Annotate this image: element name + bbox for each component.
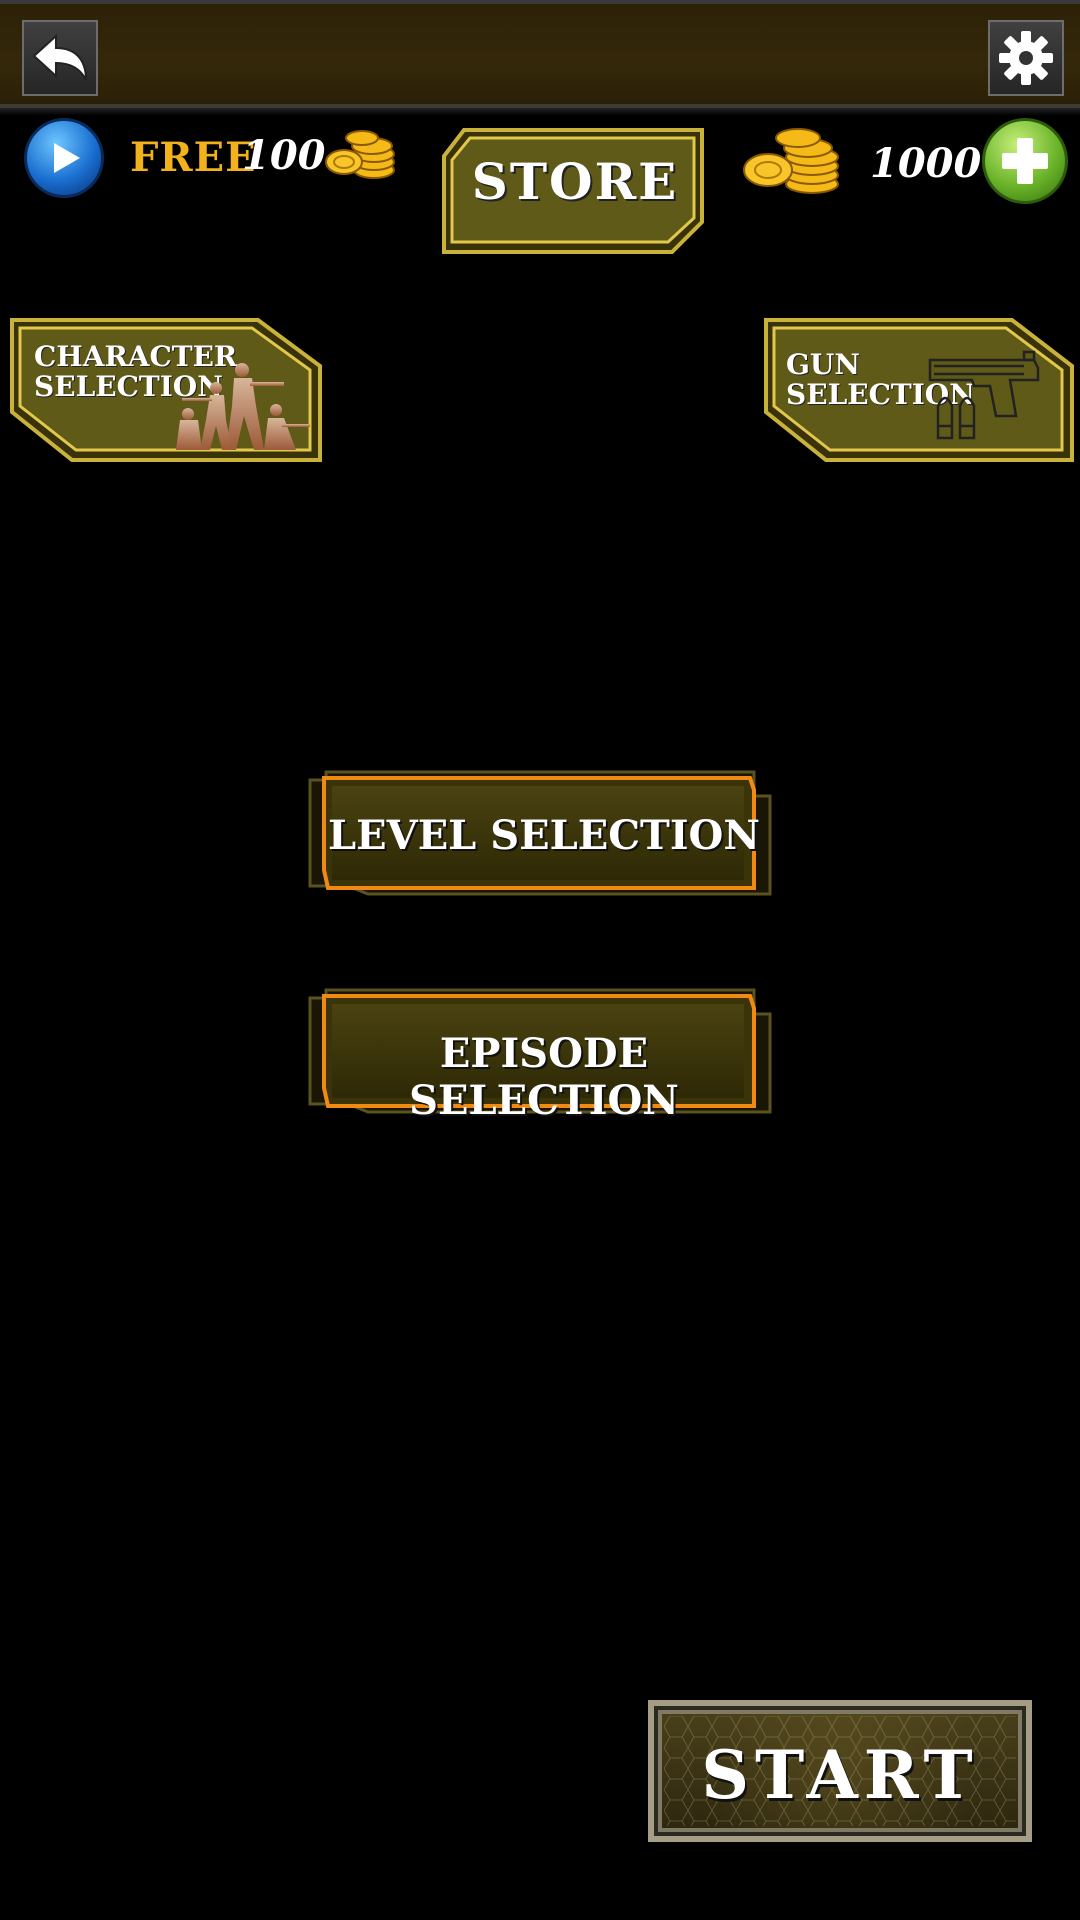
top-bar (0, 0, 1080, 116)
free-coin-amount: 100 (242, 132, 326, 179)
plus-icon (1002, 138, 1048, 184)
free-label: FREE (130, 134, 257, 181)
pistol-bullets-icon (928, 350, 1040, 440)
store-label: STORE (471, 152, 679, 211)
back-button[interactable] (22, 20, 98, 96)
start-label: START (701, 1736, 979, 1814)
add-coins-button[interactable] (982, 118, 1068, 204)
game-menu-screen: FREE 100 1000 STORE CHARACTER SELECTION … (0, 0, 1080, 1920)
coin-stack-icon (743, 128, 839, 194)
start-button[interactable]: START (648, 1700, 1032, 1842)
soldiers-silhouette-icon (176, 363, 310, 450)
character-selection-button[interactable]: CHARACTER SELECTION (8, 316, 324, 464)
level-selection-label: LEVEL SELECTION (328, 812, 760, 859)
level-selection-button[interactable]: LEVEL SELECTION (308, 770, 772, 898)
coin-total: 1000 (870, 140, 982, 187)
coin-stack-icon (325, 130, 395, 179)
gear-icon (999, 31, 1053, 85)
free-coins-play-button[interactable] (24, 118, 104, 198)
episode-selection-label: EPISODE SELECTION (409, 1030, 679, 1124)
store-button[interactable]: STORE (440, 126, 710, 256)
settings-button[interactable] (988, 20, 1064, 96)
gun-selection-button[interactable]: GUN SELECTION (762, 316, 1076, 464)
episode-selection-button[interactable]: EPISODE SELECTION (308, 988, 772, 1124)
back-arrow-icon (32, 33, 87, 81)
play-icon (54, 143, 80, 173)
